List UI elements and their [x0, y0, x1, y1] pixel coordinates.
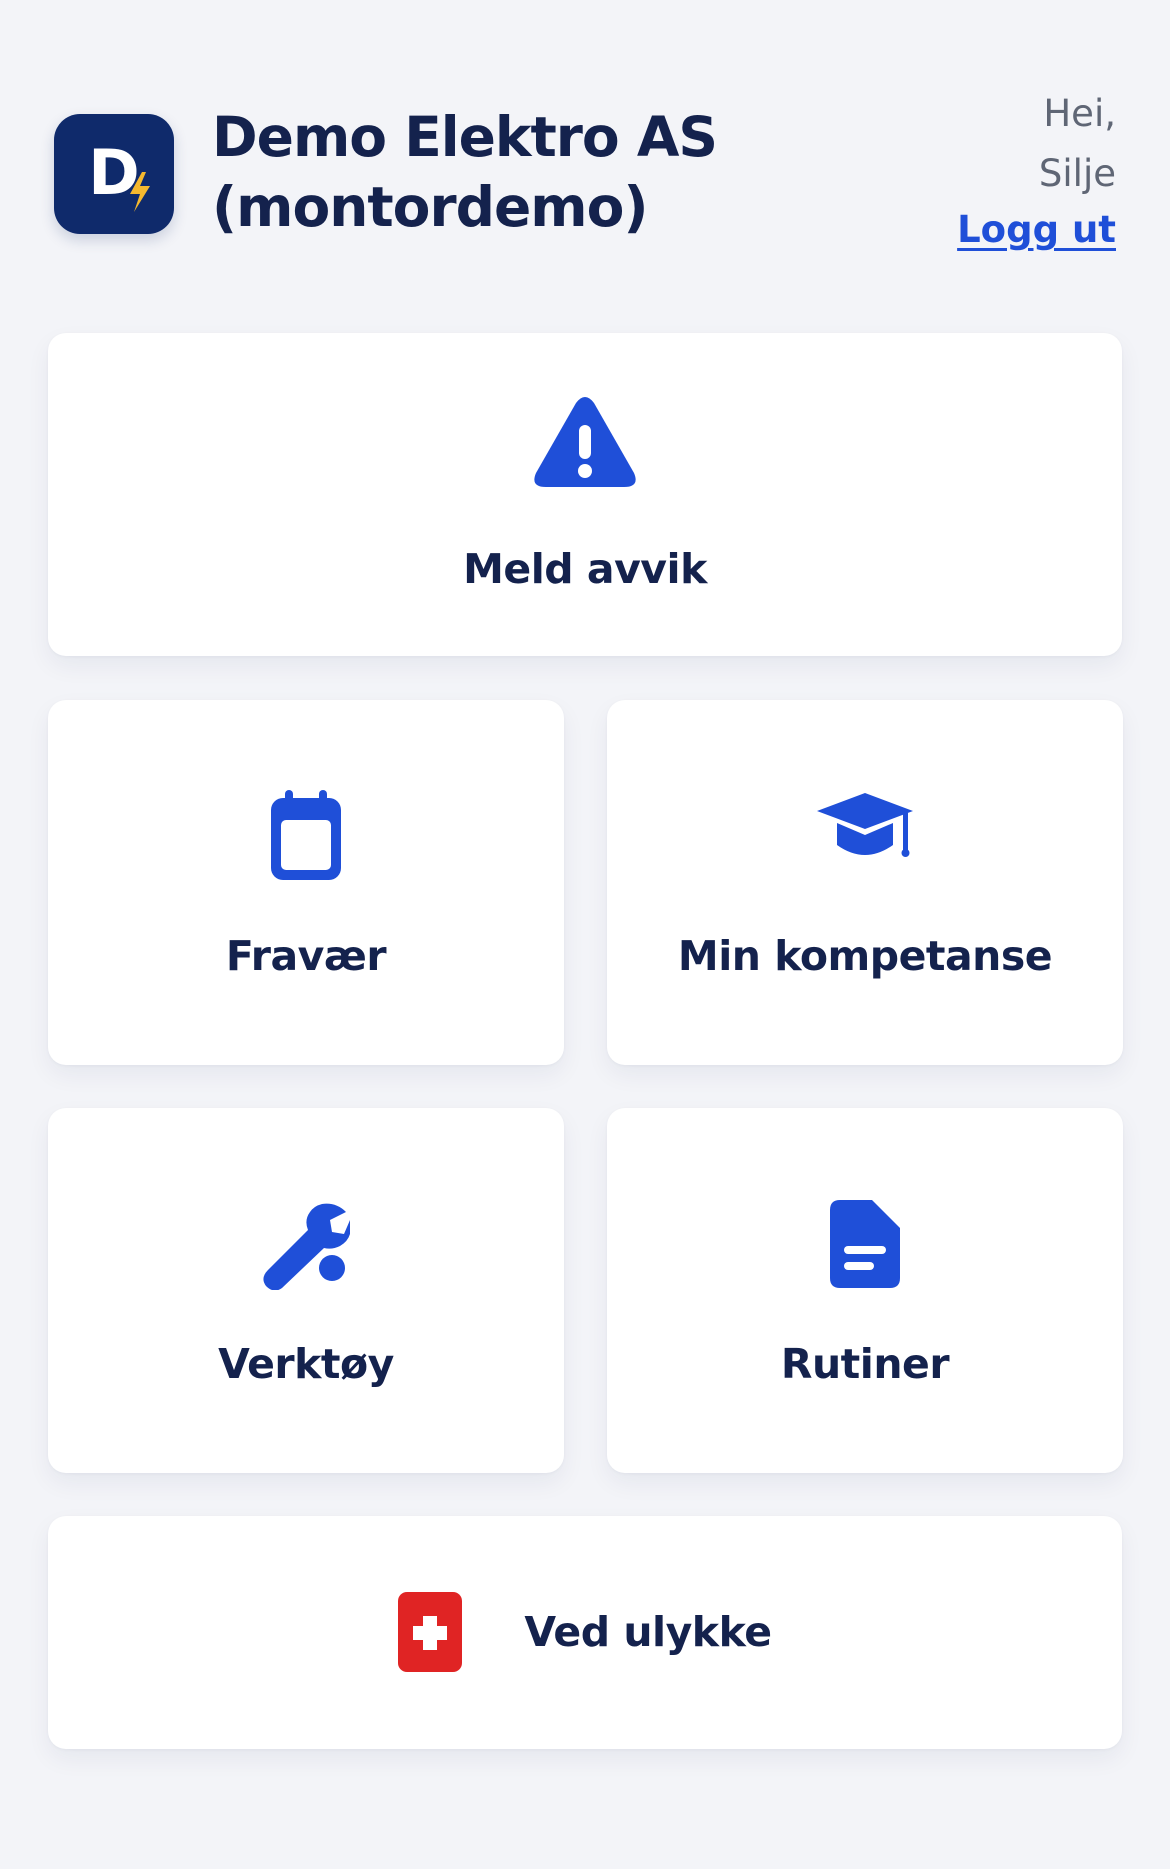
first-aid-icon	[398, 1592, 463, 1672]
company-logo: D	[54, 114, 174, 234]
greeting-user-name: Silje	[1038, 152, 1116, 195]
tools-label: Verktøy	[218, 1340, 394, 1388]
graduation-cap-icon	[817, 793, 913, 865]
greeting-line-1: Hei,	[1043, 92, 1116, 135]
calendar-icon	[269, 790, 343, 882]
wrench-icon	[262, 1202, 350, 1290]
app-header: D Demo Elektro AS (montordemo) Hei, Silj…	[54, 92, 1116, 270]
competence-tile[interactable]: Min kompetanse	[607, 700, 1123, 1065]
routines-label: Rutiner	[780, 1340, 950, 1388]
absence-tile[interactable]: Fravær	[48, 700, 564, 1065]
logout-link[interactable]: Logg ut	[957, 208, 1116, 251]
report-deviation-tile[interactable]: Meld avvik	[48, 333, 1122, 656]
company-name: Demo Elektro AS (montordemo)	[212, 105, 718, 239]
competence-label: Min kompetanse	[677, 932, 1053, 980]
accident-content: Ved ulykke	[48, 1592, 1122, 1672]
logo-bolt-icon: D	[88, 136, 150, 212]
accident-label: Ved ulykke	[524, 1608, 772, 1656]
document-icon	[830, 1200, 900, 1288]
accident-tile[interactable]: Ved ulykke	[48, 1516, 1122, 1749]
report-deviation-label: Meld avvik	[463, 545, 707, 593]
routines-tile[interactable]: Rutiner	[607, 1108, 1123, 1473]
user-box: Hei, Silje Logg ut	[957, 84, 1116, 251]
tools-tile[interactable]: Verktøy	[48, 1108, 564, 1473]
warning-triangle-icon	[532, 395, 638, 491]
absence-label: Fravær	[225, 932, 387, 980]
svg-text:D: D	[88, 136, 139, 209]
